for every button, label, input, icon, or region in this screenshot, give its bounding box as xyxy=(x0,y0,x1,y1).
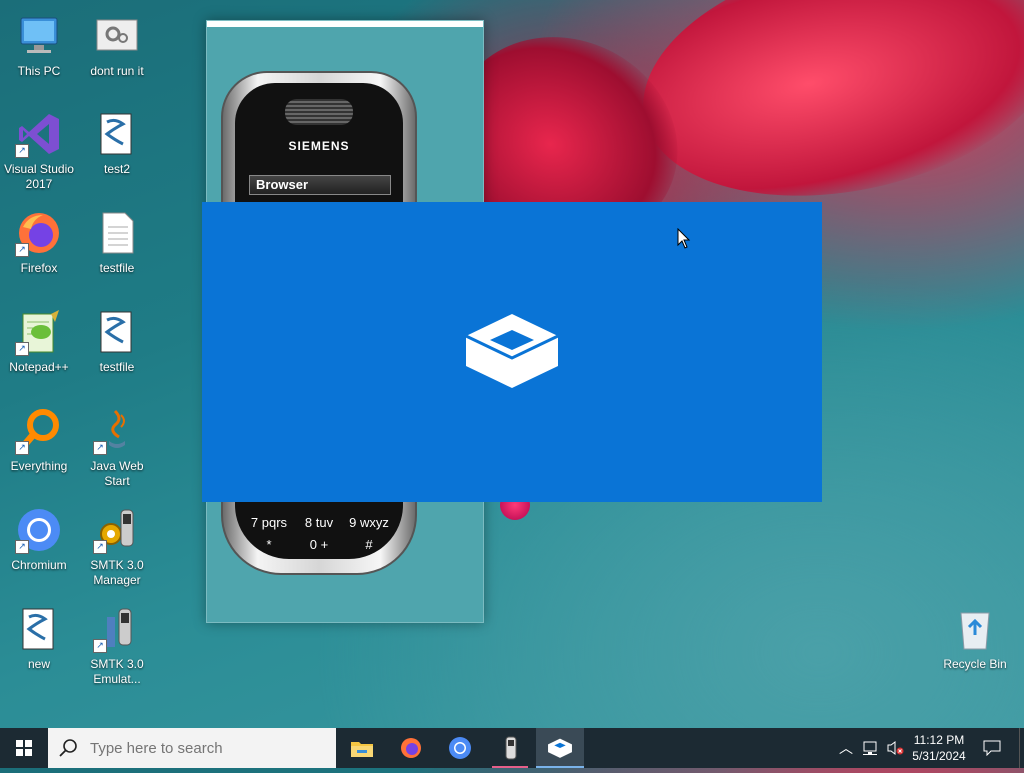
desktop-icon-new[interactable]: new xyxy=(0,599,78,691)
computer-icon xyxy=(15,12,63,60)
speaker-grille xyxy=(285,99,353,125)
network-status[interactable] xyxy=(860,728,882,768)
smtk-icon xyxy=(505,736,517,760)
desktop-icon-label: SMTK 3.0 Emulat... xyxy=(90,657,144,686)
key-7[interactable]: 7 pqrs xyxy=(245,515,293,530)
chromium-icon: ↗ xyxy=(15,506,63,554)
desktop-icon-chromium[interactable]: ↗ Chromium xyxy=(0,500,78,592)
taskbar-sandbox[interactable] xyxy=(536,728,584,768)
shortcut-arrow-icon: ↗ xyxy=(15,144,29,158)
desktop-icon-this-pc[interactable]: This PC xyxy=(0,6,78,98)
settings-file-icon xyxy=(93,12,141,60)
clock-date: 5/31/2024 xyxy=(912,749,966,763)
emulator-title-bar[interactable] xyxy=(207,21,483,27)
desktop-icon-smtk-emulator[interactable]: ↗ SMTK 3.0 Emulat... xyxy=(78,599,156,691)
notification-icon xyxy=(983,740,1001,756)
desktop-icon-label: Chromium xyxy=(11,558,67,572)
script-file-icon xyxy=(15,605,63,653)
script-file-icon xyxy=(93,110,141,158)
desktop-icon-dont-run-it[interactable]: dont run it xyxy=(78,6,156,98)
script-file-icon xyxy=(93,308,141,356)
desktop-icon-label: Firefox xyxy=(20,261,58,275)
sandbox-icon xyxy=(548,738,572,758)
text-file-icon xyxy=(93,209,141,257)
desktop-icon-recycle-bin[interactable]: Recycle Bin xyxy=(936,599,1014,691)
smtk-emulator-icon: ↗ xyxy=(93,605,141,653)
key-8[interactable]: 8 tuv xyxy=(295,515,343,530)
windows-logo-icon xyxy=(16,740,32,756)
search-input[interactable] xyxy=(88,738,312,758)
clock-time: 11:12 PM xyxy=(913,733,965,747)
keypad-row: 7 pqrs 8 tuv 9 wxyz xyxy=(245,515,393,530)
desktop-icon-label: Visual Studio 2017 xyxy=(4,162,74,191)
chevron-up-icon: ︿ xyxy=(839,740,853,756)
desktop-icon-label: This PC xyxy=(17,64,61,78)
desktop-icon-label: testfile xyxy=(99,261,135,275)
taskbar-chromium[interactable] xyxy=(436,728,484,768)
visual-studio-icon: ↗ xyxy=(15,110,63,158)
desktop-icon-visual-studio[interactable]: ↗ Visual Studio 2017 xyxy=(0,104,78,196)
mouse-cursor-icon xyxy=(677,228,691,249)
everything-search-icon: ↗ xyxy=(15,407,63,455)
desktop-icon-everything[interactable]: ↗ Everything xyxy=(0,401,78,493)
wallpaper-petal xyxy=(620,0,1024,232)
show-hidden-icons-button[interactable]: ︿ xyxy=(836,728,856,768)
desktop-icon-testfile-script[interactable]: testfile xyxy=(78,302,156,394)
desktop-icon-label: Everything xyxy=(10,459,68,473)
browser-label: Browser xyxy=(256,177,309,192)
taskbar-search[interactable] xyxy=(48,728,336,768)
shortcut-arrow-icon: ↗ xyxy=(15,243,29,257)
smtk-manager-icon: ↗ xyxy=(93,506,141,554)
show-desktop-button[interactable] xyxy=(1019,728,1024,768)
sandbox-splash-window[interactable] xyxy=(202,202,822,502)
desktop-icon-label: dont run it xyxy=(90,64,144,78)
shortcut-arrow-icon: ↗ xyxy=(15,540,29,554)
desktop-icon-test2[interactable]: test2 xyxy=(78,104,156,196)
desktop-icon-firefox[interactable]: ↗ Firefox xyxy=(0,203,78,295)
chromium-icon xyxy=(449,737,471,759)
firefox-icon xyxy=(401,738,421,758)
sandbox-icon xyxy=(465,314,559,388)
action-center-button[interactable] xyxy=(980,728,1004,768)
key-0[interactable]: 0 + xyxy=(295,537,343,552)
search-icon xyxy=(59,739,77,757)
desktop-icon-label: Notepad++ xyxy=(9,360,69,374)
shortcut-arrow-icon: ↗ xyxy=(15,342,29,356)
taskbar-clock[interactable]: 11:12 PM 5/31/2024 xyxy=(900,732,978,764)
desktop-icon-smtk-manager[interactable]: ↗ SMTK 3.0 Manager xyxy=(78,500,156,592)
shortcut-arrow-icon: ↗ xyxy=(93,639,107,653)
file-explorer-icon xyxy=(351,742,373,757)
taskbar-firefox[interactable] xyxy=(387,728,435,768)
taskbar-smtk-emulator[interactable] xyxy=(486,728,534,768)
shortcut-arrow-icon: ↗ xyxy=(15,441,29,455)
phone-brand: SIEMENS xyxy=(288,139,350,153)
desktop-icon-label: Recycle Bin xyxy=(943,657,1007,671)
desktop-icon-notepad-plus-plus[interactable]: ↗ Notepad++ xyxy=(0,302,78,394)
desktop-icon-label: SMTK 3.0 Manager xyxy=(90,558,144,587)
recycle-bin-icon xyxy=(951,605,999,653)
notepad-plus-plus-icon: ↗ xyxy=(15,308,63,356)
firefox-icon: ↗ xyxy=(15,209,63,257)
key-star[interactable]: * xyxy=(245,537,293,552)
desktop-icon-java-web-start[interactable]: ↗ Java Web Start xyxy=(78,401,156,493)
desktop-icon-testfile-text[interactable]: testfile xyxy=(78,203,156,295)
key-9[interactable]: 9 wxyz xyxy=(345,515,393,530)
taskbar-file-explorer[interactable] xyxy=(338,728,386,768)
network-icon xyxy=(863,741,877,755)
shortcut-arrow-icon: ↗ xyxy=(93,441,107,455)
phone-screen-title[interactable]: Browser xyxy=(249,175,391,195)
key-hash[interactable]: # xyxy=(345,537,393,552)
desktop-icon-label: test2 xyxy=(103,162,130,176)
java-icon: ↗ xyxy=(93,407,141,455)
taskbar: ︿ 11:12 PM 5/31/2024 xyxy=(0,728,1024,768)
desktop-icon-label: new xyxy=(27,657,50,671)
desktop-icon-label: testfile xyxy=(99,360,135,374)
start-button[interactable] xyxy=(0,728,48,768)
shortcut-arrow-icon: ↗ xyxy=(93,540,107,554)
keypad-row: * 0 + # xyxy=(245,537,393,552)
desktop-icon-label: Java Web Start xyxy=(90,459,144,488)
